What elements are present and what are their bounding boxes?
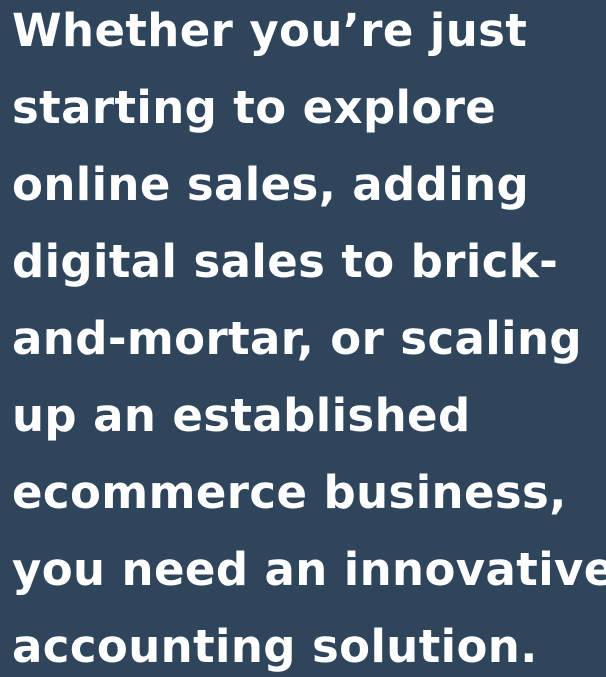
body-text-line-5: and-mortar, or scaling [12,312,583,365]
text-panel: Whether you’re just starting to explore … [0,0,606,677]
body-text: Whether you’re just starting to explore … [12,0,606,677]
body-text-line-4: digital sales to brick- [12,235,559,288]
body-text-line-9: accounting solution. [12,620,538,673]
body-text-line-8: you need an innovative [12,543,606,596]
body-text-line-3: online sales, adding [12,158,530,211]
body-text-line-1: Whether you’re just [12,4,528,57]
body-text-line-6: up an established [12,389,471,442]
body-text-line-7: ecommerce business, [12,466,567,519]
body-text-line-2: starting to explore [12,81,497,134]
